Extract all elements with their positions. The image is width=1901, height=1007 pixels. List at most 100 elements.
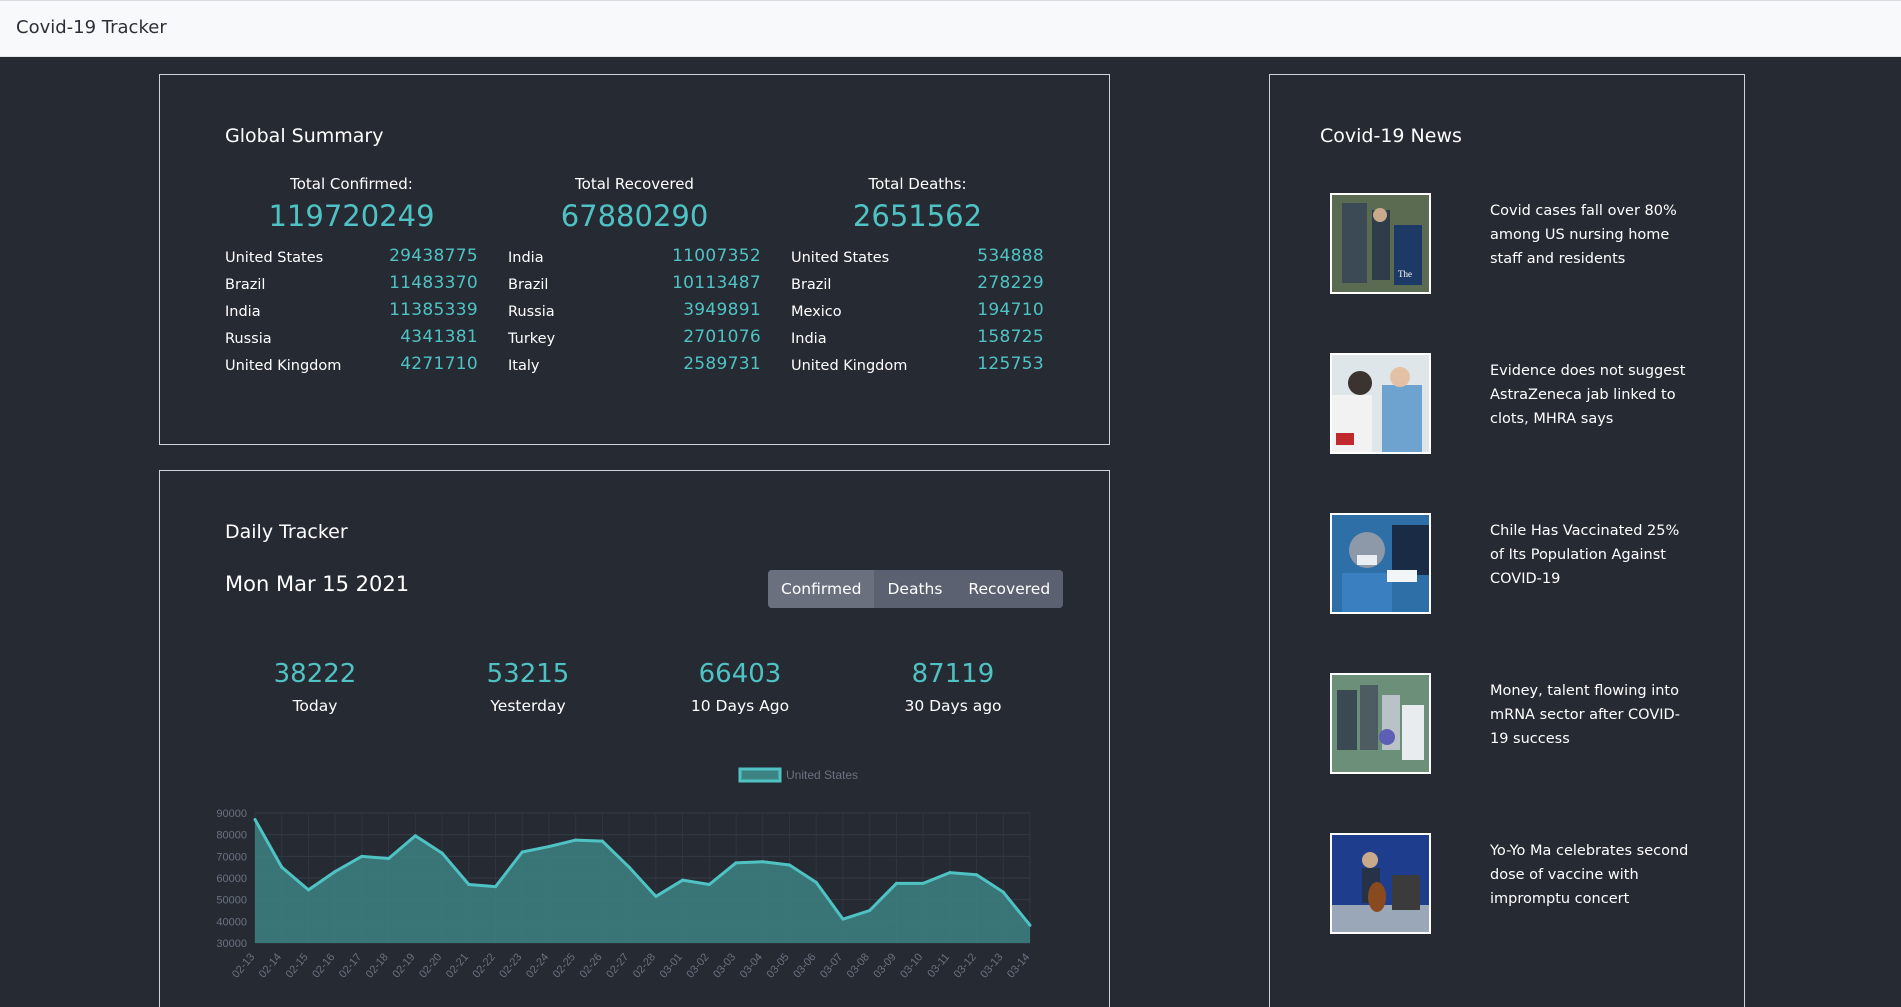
x-tick-label: 02-13 <box>230 951 257 980</box>
table-row: United Kingdom 125753 <box>791 347 1044 374</box>
stat-10-days-ago: 66403 10 Days Ago <box>645 659 835 715</box>
nurse-injection-photo[interactable] <box>1330 513 1431 614</box>
data-point <box>814 880 818 884</box>
news-headline[interactable]: Covid cases fall over 80% among US nursi… <box>1490 199 1690 271</box>
table-row: United States 29438775 <box>225 239 478 266</box>
daily-chart[interactable]: United States 90000 80000 70000 60000 50000 40… <box>200 761 1080 1007</box>
navbar: Covid-19 Tracker <box>0 0 1901 57</box>
x-tick-label: 02-18 <box>364 951 391 980</box>
country-value: 11007352 <box>672 246 761 266</box>
news-headline[interactable]: Yo-Yo Ma celebrates second dose of vacci… <box>1490 839 1690 911</box>
x-tick-label: 02-15 <box>283 951 310 980</box>
data-point <box>734 861 738 865</box>
table-row: Brazil 10113487 <box>508 266 761 293</box>
vaccination-photo[interactable] <box>1330 353 1431 454</box>
stat-label: 10 Days Ago <box>690 697 790 715</box>
news-item[interactable]: Chile Has Vaccinated 25% of Its Populati… <box>1330 513 1710 623</box>
data-point <box>333 870 337 873</box>
data-point <box>654 894 658 898</box>
country-value: 125753 <box>977 354 1044 374</box>
data-point <box>761 860 765 864</box>
data-point <box>413 834 417 838</box>
country-name: United States <box>225 250 324 266</box>
recovered-button[interactable]: Recovered <box>955 570 1064 608</box>
stat-label: Today <box>292 697 338 715</box>
country-value: 10113487 <box>672 273 761 293</box>
table-row: Brazil 278229 <box>791 266 1044 293</box>
table-row: Brazil 11483370 <box>225 266 478 293</box>
country-name: United Kingdom <box>225 358 342 374</box>
country-name: Italy <box>508 358 540 374</box>
x-tick-label: 02-28 <box>631 951 658 980</box>
news-headline[interactable]: Chile Has Vaccinated 25% of Its Populati… <box>1490 519 1690 591</box>
x-tick-label: 03-06 <box>791 951 818 980</box>
table-row: India 11007352 <box>508 239 761 266</box>
x-tick-label: 02-17 <box>337 951 364 980</box>
country-name: India <box>508 250 544 266</box>
stat-yesterday: 53215 Yesterday <box>433 659 623 715</box>
x-tick-label: 02-23 <box>497 951 524 980</box>
metric-toggle-group: Confirmed Deaths Recovered <box>768 570 1064 608</box>
stat-30-days-ago: 87119 30 Days ago <box>858 659 1048 715</box>
confirmed-heading: Total Confirmed: <box>290 175 413 193</box>
news-item[interactable]: Yo-Yo Ma celebrates second dose of vacci… <box>1330 833 1710 943</box>
data-point <box>600 839 604 843</box>
stat-label: 30 Days ago <box>904 697 1002 715</box>
y-tick-label: 60000 <box>216 873 247 885</box>
x-tick-label: 03-07 <box>818 951 845 980</box>
country-name: Brazil <box>225 277 266 293</box>
news-item[interactable]: Money, talent flowing into mRNA sector a… <box>1330 673 1710 783</box>
cello-concert-photo[interactable] <box>1330 833 1431 934</box>
table-row: India 158725 <box>791 320 1044 347</box>
lab-photo[interactable] <box>1330 673 1431 774</box>
country-value: 194710 <box>977 300 1044 320</box>
x-tick-label: 02-27 <box>604 951 631 980</box>
data-point <box>306 888 310 892</box>
table-row: India 11385339 <box>225 293 478 320</box>
table-row: United Kingdom 4271710 <box>225 347 478 374</box>
nursing-home-photo[interactable]: The <box>1330 193 1431 294</box>
stat-today: 38222 Today <box>220 659 410 715</box>
global-summary-title: Global Summary <box>225 125 384 147</box>
country-name: Russia <box>225 331 272 347</box>
country-value: 158725 <box>977 327 1044 347</box>
data-point <box>494 885 498 889</box>
data-point <box>681 878 685 882</box>
y-tick-label: 90000 <box>216 808 247 820</box>
country-value: 278229 <box>977 273 1044 293</box>
news-headline[interactable]: Evidence does not suggest AstraZeneca ja… <box>1490 359 1690 431</box>
country-value: 11483370 <box>389 273 478 293</box>
country-name: India <box>791 331 827 347</box>
country-name: United States <box>791 250 890 266</box>
x-tick-label: 03-10 <box>898 951 925 980</box>
data-point <box>387 857 391 860</box>
confirmed-button[interactable]: Confirmed <box>768 570 875 608</box>
deaths-column: Total Deaths: 2651562 United States 53488… <box>791 175 1044 374</box>
x-tick-label: 02-26 <box>577 951 604 980</box>
data-point <box>948 871 952 875</box>
app-title[interactable]: Covid-19 Tracker <box>16 17 167 38</box>
legend-label: United States <box>786 768 858 782</box>
deaths-heading: Total Deaths: <box>868 175 967 193</box>
x-tick-label: 03-08 <box>845 951 872 980</box>
x-tick-label: 03-13 <box>978 951 1005 980</box>
x-tick-label: 02-24 <box>524 951 551 980</box>
news-headline[interactable]: Money, talent flowing into mRNA sector a… <box>1490 679 1690 751</box>
table-row: United States 534888 <box>791 239 1044 266</box>
deaths-button[interactable]: Deaths <box>874 570 956 608</box>
x-tick-label: 03-14 <box>1005 951 1032 980</box>
stat-value: 38222 <box>273 659 357 689</box>
data-point <box>868 909 872 912</box>
news-item[interactable]: Evidence does not suggest AstraZeneca ja… <box>1330 353 1710 463</box>
legend-swatch <box>738 767 782 783</box>
news-item[interactable]: The Covid cases fall over 80% among US n… <box>1330 193 1710 303</box>
data-point <box>921 881 925 885</box>
stat-value: 87119 <box>911 659 995 689</box>
country-name: Brazil <box>508 277 549 293</box>
table-row: Russia 3949891 <box>508 293 761 320</box>
data-point <box>787 863 791 867</box>
country-name: Russia <box>508 304 555 320</box>
table-row: Russia 4341381 <box>225 320 478 347</box>
x-tick-label: 02-20 <box>417 951 444 980</box>
data-point <box>547 845 551 849</box>
